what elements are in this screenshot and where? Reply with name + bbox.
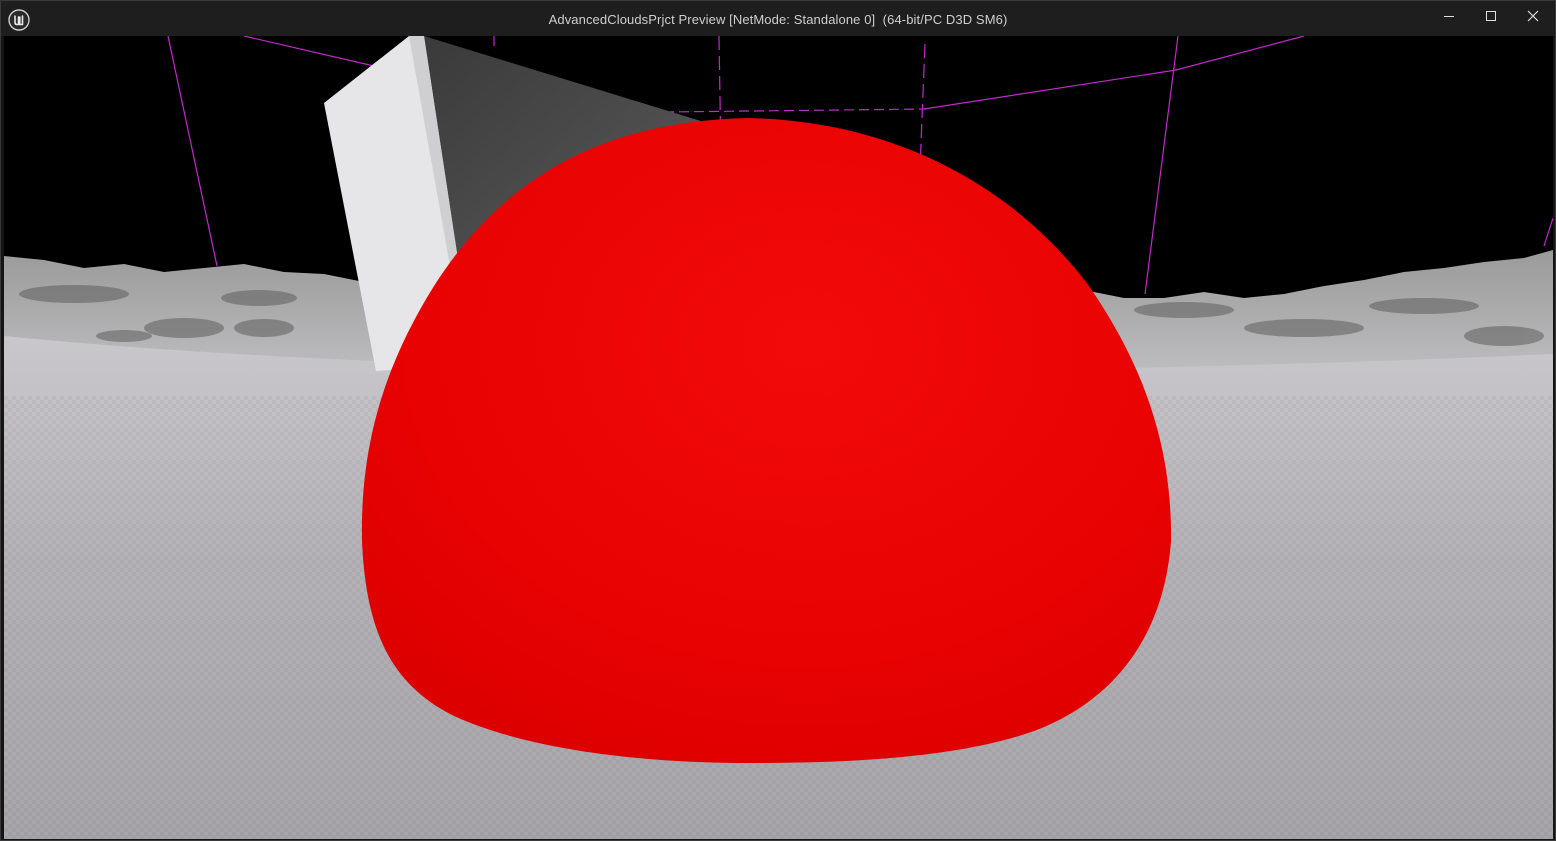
close-button[interactable]	[1512, 1, 1554, 31]
window-title: AdvancedCloudsPrjct Preview [NetMode: St…	[548, 12, 1008, 27]
close-icon	[1527, 10, 1539, 22]
game-preview-window: AdvancedCloudsPrjct Preview [NetMode: St…	[0, 0, 1556, 841]
minimize-icon	[1443, 10, 1455, 22]
scene-render	[4, 36, 1553, 839]
maximize-icon	[1485, 10, 1497, 22]
title-bar[interactable]: AdvancedCloudsPrjct Preview [NetMode: St…	[1, 1, 1555, 36]
minimize-button[interactable]	[1428, 1, 1470, 31]
game-viewport[interactable]	[4, 36, 1553, 839]
maximize-button[interactable]	[1470, 1, 1512, 31]
